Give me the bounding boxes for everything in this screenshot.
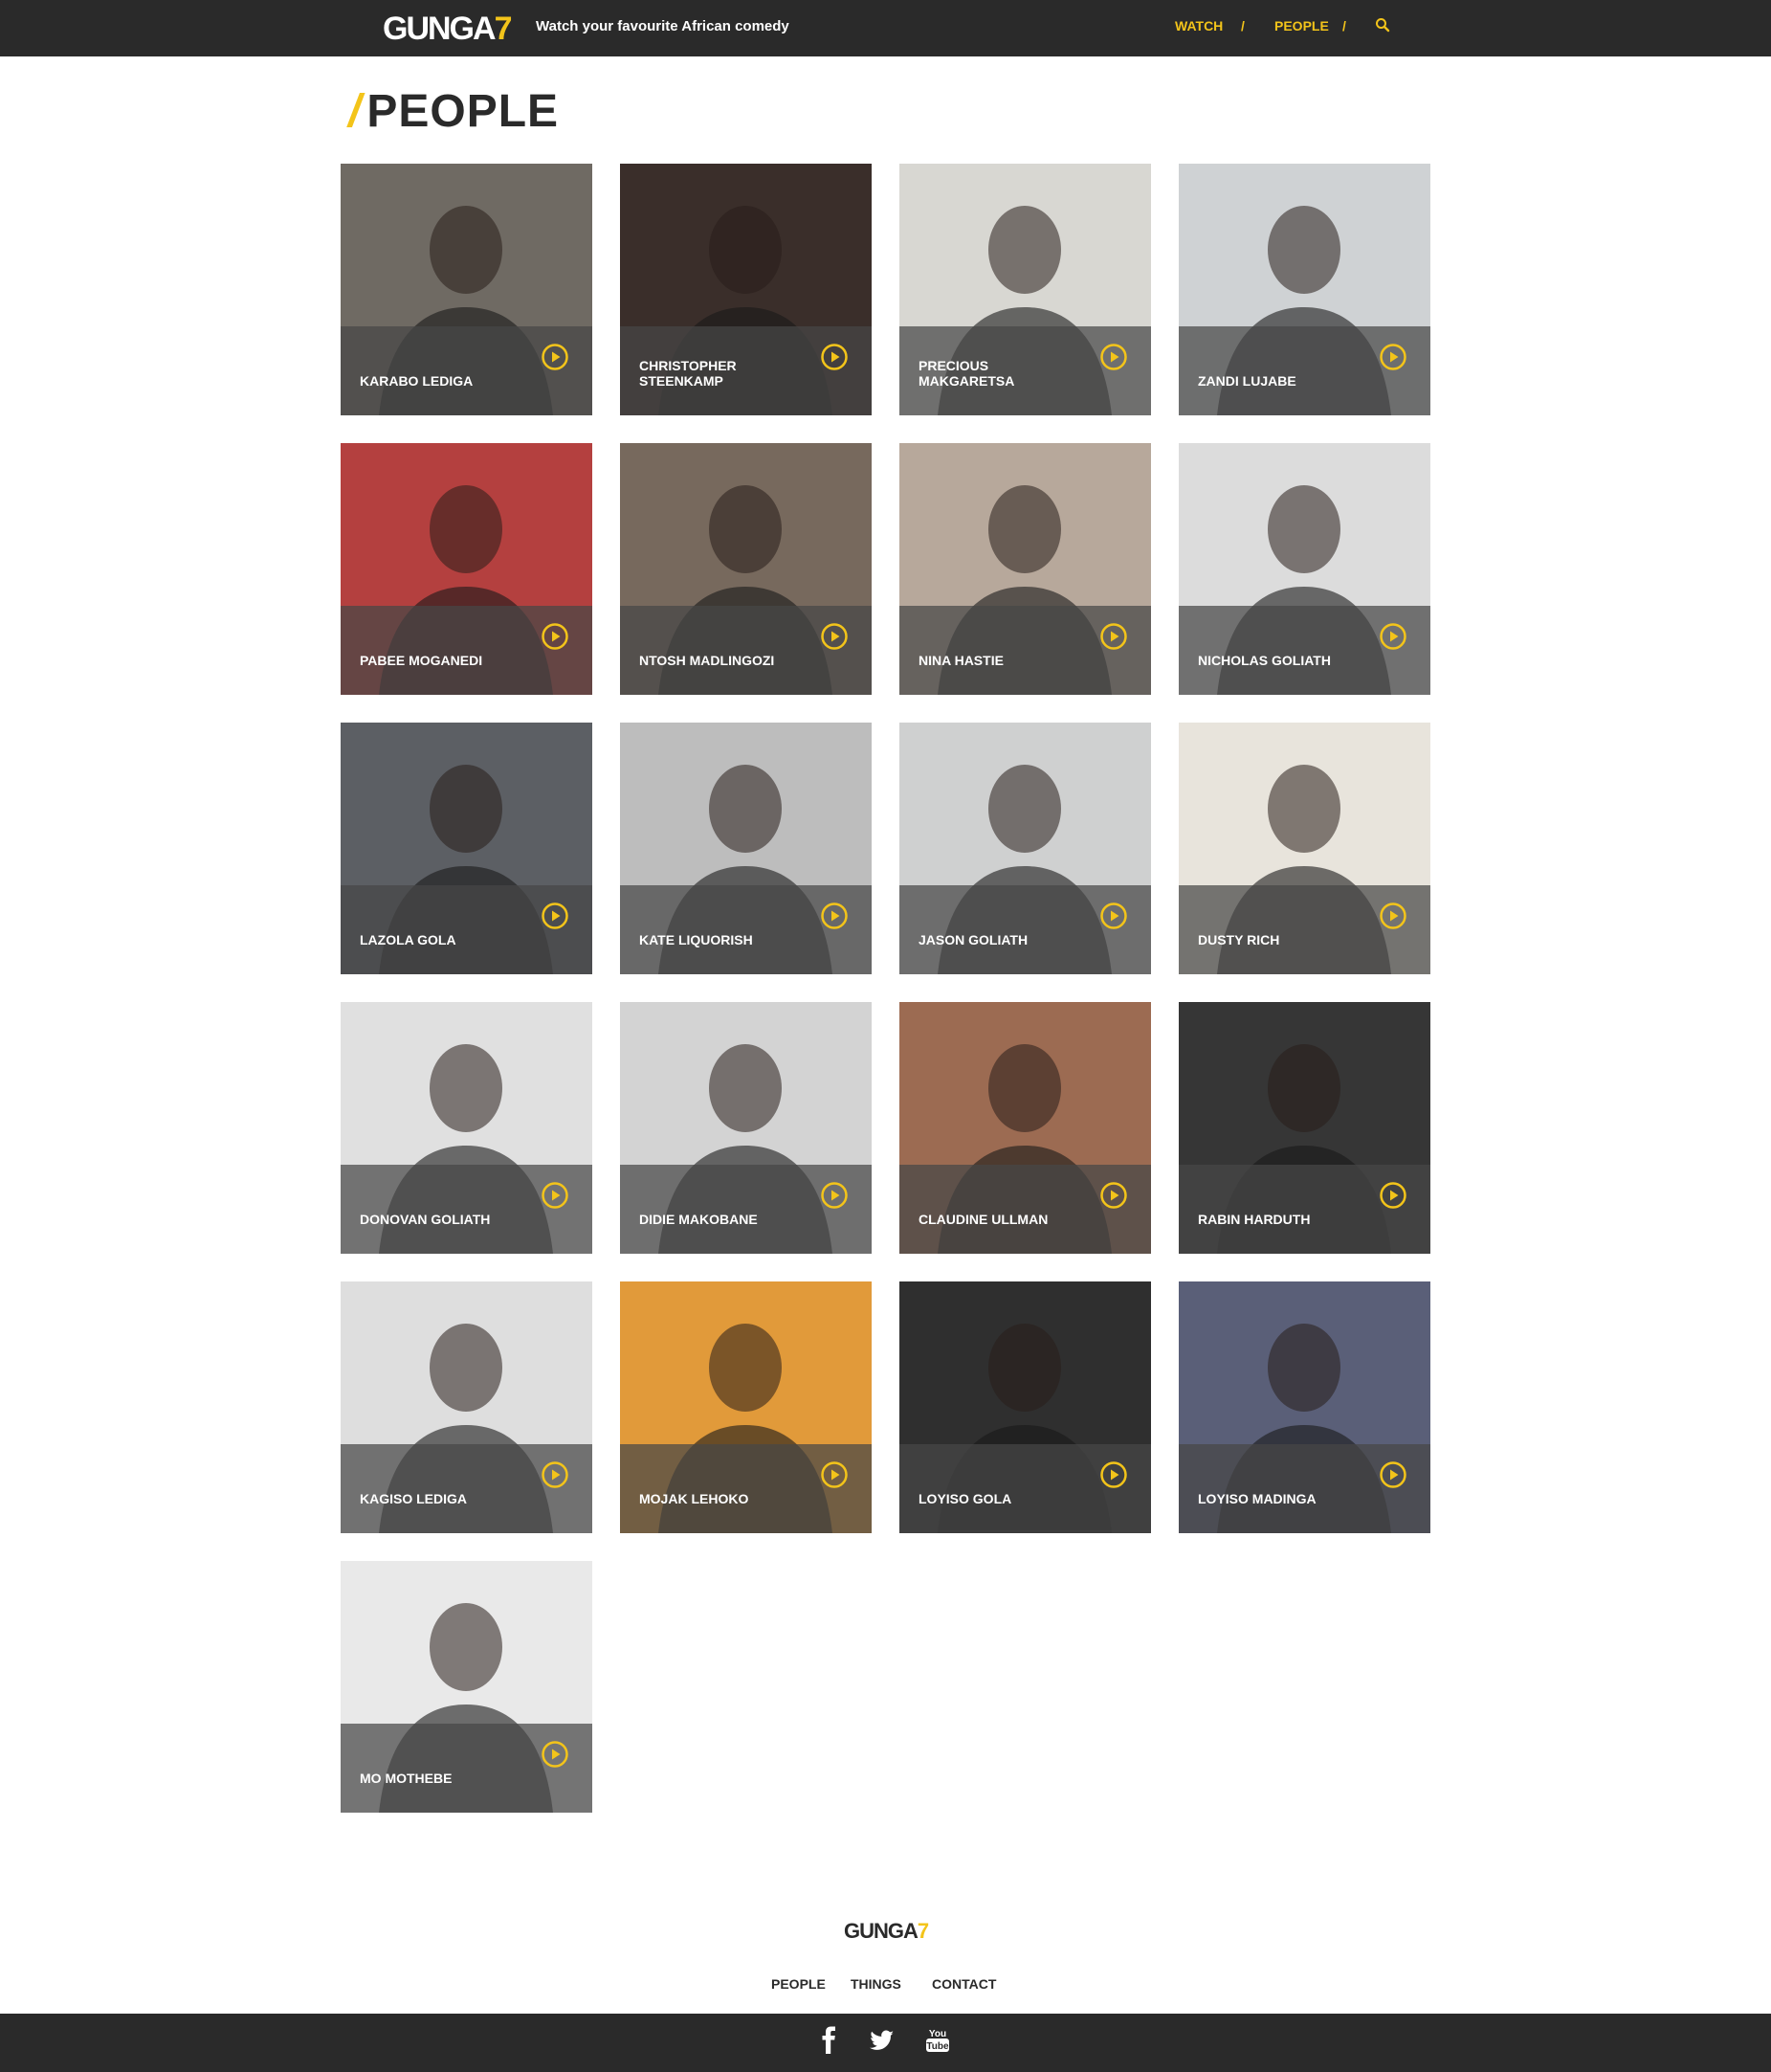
person-card[interactable]: LAZOLA GOLA bbox=[341, 723, 592, 974]
logo-seven: 7 bbox=[494, 11, 513, 47]
footer-nav-people[interactable]: PEOPLE bbox=[771, 1976, 826, 1992]
person-card[interactable]: DONOVAN GOLIATH bbox=[341, 1002, 592, 1254]
play-icon[interactable] bbox=[541, 343, 569, 371]
play-icon[interactable] bbox=[1099, 343, 1128, 371]
play-icon[interactable] bbox=[820, 1460, 849, 1489]
person-name: LOYISO GOLA bbox=[919, 1491, 1012, 1506]
play-icon[interactable] bbox=[1379, 1181, 1407, 1210]
play-icon[interactable] bbox=[1099, 902, 1128, 930]
person-name: ZANDI LUJABE bbox=[1198, 373, 1296, 389]
person-card[interactable]: KAGISO LEDIGA bbox=[341, 1281, 592, 1533]
twitter-icon[interactable] bbox=[866, 2025, 897, 2056]
footer-nav-contact[interactable]: CONTACT bbox=[932, 1976, 996, 1992]
title-text: PEOPLE bbox=[366, 85, 560, 137]
person-card[interactable]: CHRISTOPHER STEENKAMP bbox=[620, 164, 872, 415]
nav-separator: / bbox=[1342, 18, 1346, 33]
person-name: DONOVAN GOLIATH bbox=[360, 1212, 491, 1227]
play-icon[interactable] bbox=[1379, 343, 1407, 371]
person-card[interactable]: MO MOTHEBE bbox=[341, 1561, 592, 1813]
person-card[interactable]: DUSTY RICH bbox=[1179, 723, 1430, 974]
person-card[interactable]: CLAUDINE ULLMAN bbox=[899, 1002, 1151, 1254]
top-navigation-bar bbox=[0, 0, 1771, 56]
play-icon[interactable] bbox=[1099, 1460, 1128, 1489]
page-title: / PEOPLE bbox=[348, 82, 559, 140]
person-name: PABEE MOGANEDI bbox=[360, 653, 483, 668]
person-card[interactable]: ZANDI LUJABE bbox=[1179, 164, 1430, 415]
person-name: DIDIE MAKOBANE bbox=[639, 1212, 758, 1227]
footer-logo-word: GUNGA bbox=[844, 1919, 919, 1943]
svg-text:Tube: Tube bbox=[926, 2041, 949, 2052]
play-icon[interactable] bbox=[820, 622, 849, 651]
play-icon[interactable] bbox=[1379, 902, 1407, 930]
search-icon[interactable] bbox=[1375, 17, 1390, 33]
person-name: NINA HASTIE bbox=[919, 653, 1004, 668]
person-card[interactable]: NTOSH MADLINGOZI bbox=[620, 443, 872, 695]
play-icon[interactable] bbox=[541, 622, 569, 651]
person-name: DUSTY RICH bbox=[1198, 932, 1280, 947]
youtube-icon[interactable]: You Tube bbox=[922, 2025, 953, 2056]
play-icon[interactable] bbox=[541, 902, 569, 930]
person-card[interactable]: LOYISO GOLA bbox=[899, 1281, 1151, 1533]
play-icon[interactable] bbox=[820, 902, 849, 930]
play-icon[interactable] bbox=[1379, 622, 1407, 651]
person-name: NICHOLAS GOLIATH bbox=[1198, 653, 1331, 668]
gunga7-logo[interactable]: GUNGA 7 bbox=[383, 11, 513, 47]
play-icon[interactable] bbox=[1379, 1460, 1407, 1489]
person-name: KAGISO LEDIGA bbox=[360, 1491, 468, 1506]
person-name: CHRISTOPHER STEENKAMP bbox=[639, 358, 737, 389]
person-card[interactable]: RABIN HARDUTH bbox=[1179, 1002, 1430, 1254]
svg-text:You: You bbox=[929, 2029, 946, 2039]
person-card[interactable]: NICHOLAS GOLIATH bbox=[1179, 443, 1430, 695]
person-name: RABIN HARDUTH bbox=[1198, 1212, 1311, 1227]
person-name: MO MOTHEBE bbox=[360, 1771, 453, 1786]
play-icon[interactable] bbox=[820, 1181, 849, 1210]
person-name: KARABO LEDIGA bbox=[360, 373, 474, 389]
footer-logo-seven: 7 bbox=[917, 1919, 929, 1943]
play-icon[interactable] bbox=[541, 1460, 569, 1489]
play-icon[interactable] bbox=[820, 343, 849, 371]
person-card[interactable]: LOYISO MADINGA bbox=[1179, 1281, 1430, 1533]
site-tagline: Watch your favourite African comedy bbox=[536, 18, 789, 34]
footer-nav-things[interactable]: THINGS bbox=[851, 1976, 901, 1992]
person-card[interactable]: MOJAK LEHOKO bbox=[620, 1281, 872, 1533]
play-icon[interactable] bbox=[541, 1181, 569, 1210]
person-card[interactable]: NINA HASTIE bbox=[899, 443, 1151, 695]
person-card[interactable]: KARABO LEDIGA bbox=[341, 164, 592, 415]
person-name: KATE LIQUORISH bbox=[639, 932, 753, 947]
person-name: CLAUDINE ULLMAN bbox=[919, 1212, 1049, 1227]
facebook-icon[interactable] bbox=[814, 2025, 845, 2056]
person-name: JASON GOLIATH bbox=[919, 932, 1029, 947]
person-name: LAZOLA GOLA bbox=[360, 932, 456, 947]
person-name: MOJAK LEHOKO bbox=[639, 1491, 749, 1506]
person-card[interactable]: DIDIE MAKOBANE bbox=[620, 1002, 872, 1254]
person-card[interactable]: JASON GOLIATH bbox=[899, 723, 1151, 974]
play-icon[interactable] bbox=[1099, 622, 1128, 651]
person-card[interactable]: PRECIOUS MAKGARETSA bbox=[899, 164, 1151, 415]
person-name: LOYISO MADINGA bbox=[1198, 1491, 1317, 1506]
play-icon[interactable] bbox=[541, 1740, 569, 1769]
nav-people-link[interactable]: PEOPLE bbox=[1274, 18, 1329, 33]
footer-logo[interactable]: GUNGA 7 bbox=[844, 1919, 929, 1944]
person-card[interactable]: PABEE MOGANEDI bbox=[341, 443, 592, 695]
person-card[interactable]: KATE LIQUORISH bbox=[620, 723, 872, 974]
person-name: NTOSH MADLINGOZI bbox=[639, 653, 775, 668]
play-icon[interactable] bbox=[1099, 1181, 1128, 1210]
person-name: PRECIOUS MAKGARETSA bbox=[919, 358, 1015, 389]
nav-separator: / bbox=[1241, 18, 1245, 33]
logo-word: GUNGA bbox=[383, 11, 497, 47]
title-slash: / bbox=[348, 85, 362, 137]
nav-watch-link[interactable]: WATCH bbox=[1175, 18, 1223, 33]
